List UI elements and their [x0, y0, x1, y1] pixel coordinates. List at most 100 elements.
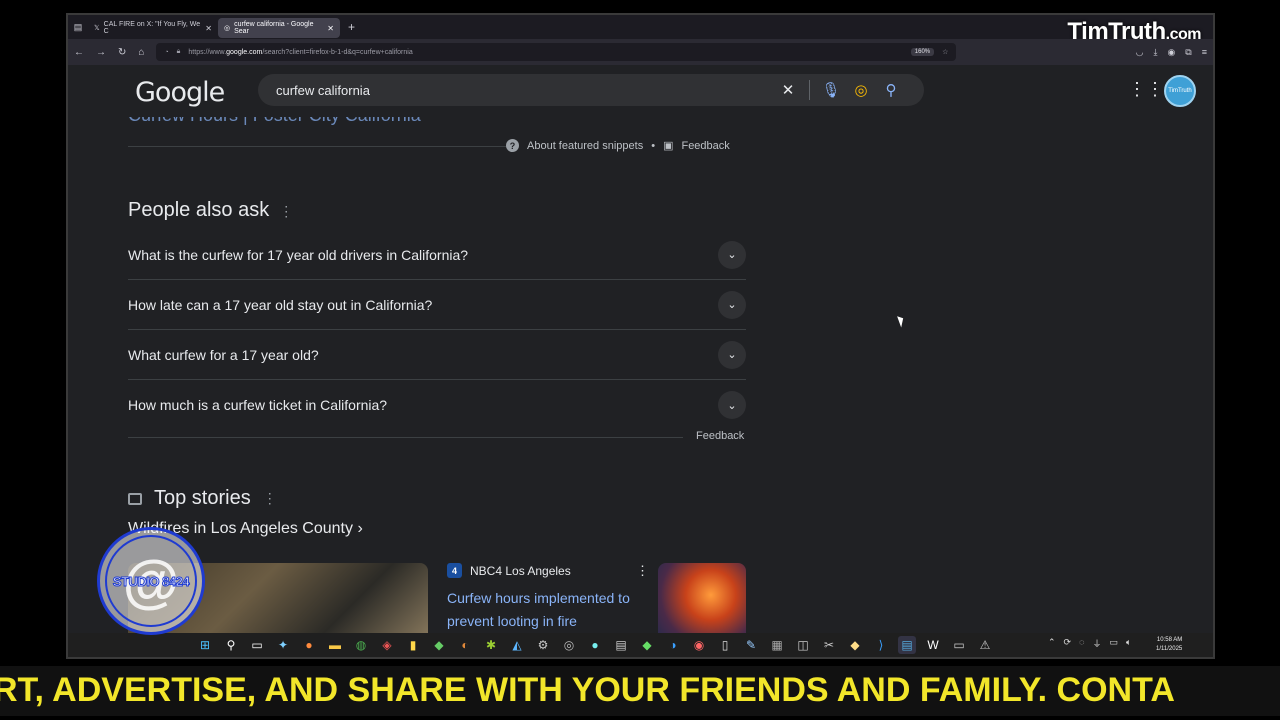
account-icon[interactable]: ◉ [1167, 47, 1175, 58]
shield-icon: ◔ [164, 48, 169, 56]
edge-icon[interactable]: ◑ [664, 636, 682, 654]
clear-icon[interactable]: ✕ [773, 81, 803, 99]
download-icon[interactable]: ⤓ [1153, 47, 1157, 58]
app-icon[interactable]: ▤ [612, 636, 630, 654]
app-icon[interactable]: ◉ [690, 636, 708, 654]
microphone-icon[interactable]: 🎙︎ [816, 81, 846, 99]
app-icon[interactable]: ◆ [430, 636, 448, 654]
google-header: Google curfew california ✕ 🎙︎ ◎ ⚲ ⋮⋮⋮ Ti… [68, 65, 1213, 117]
notepad-icon[interactable]: ▤ [898, 636, 916, 654]
app-icon[interactable]: ▦ [768, 636, 786, 654]
close-tab-icon[interactable]: ✕ [327, 24, 334, 33]
story-more-icon[interactable]: ⋮ [636, 563, 649, 579]
search-input[interactable]: curfew california [276, 83, 773, 98]
divider [128, 146, 506, 147]
about-featured-snippets-link[interactable]: About featured snippets [527, 140, 643, 152]
app-icon[interactable]: ◆ [846, 636, 864, 654]
lens-icon[interactable]: ◎ [846, 81, 876, 99]
display-icon[interactable]: ▭ [1109, 637, 1118, 650]
bookmark-star-icon[interactable]: ☆ [942, 48, 948, 56]
chevron-up-icon[interactable]: ⌃ [1048, 637, 1056, 650]
chevron-down-icon[interactable]: ⌄ [718, 391, 746, 419]
firefox-icon[interactable]: ● [300, 636, 318, 654]
app-icon[interactable]: ⚠ [976, 636, 994, 654]
volume-icon[interactable]: 🔈︎ [1126, 637, 1131, 650]
chevron-down-icon[interactable]: ⌄ [718, 290, 746, 319]
app-icon[interactable]: ◎ [560, 636, 578, 654]
home-icon[interactable]: ⌂ [138, 47, 144, 58]
feedback-icon: ▣ [663, 140, 674, 152]
app-icon[interactable]: ▯ [716, 636, 734, 654]
search-icon[interactable]: ⚲ [222, 636, 240, 654]
reload-icon[interactable]: ↻ [118, 47, 126, 58]
search-results: Curfew Hours | Foster City California ? … [68, 117, 1213, 637]
close-tab-icon[interactable]: ✕ [205, 24, 212, 33]
windows-taskbar: ⊞ ⚲ ▭ ✦ ● ▬ ◍ ◈ ▮ ◆ ◐ ✱ ◭ ⚙ ◎ ● ▤ ◆ ◑ ◉ … [68, 633, 1213, 657]
pocket-icon[interactable]: ◡ [1136, 47, 1144, 58]
app-icon[interactable]: ◭ [508, 636, 526, 654]
search-separator [809, 80, 810, 100]
app-icon[interactable]: ◆ [638, 636, 656, 654]
settings-icon[interactable]: ⚙ [534, 636, 552, 654]
story-headline-link[interactable]: Curfew hours implemented to prevent loot… [447, 587, 657, 633]
menu-icon[interactable]: ≡ [1202, 47, 1207, 58]
google-logo[interactable]: Google [135, 77, 225, 108]
copilot-icon[interactable]: ✦ [274, 636, 292, 654]
news-icon [128, 492, 142, 505]
tab-cal-fire[interactable]: 𝕏 CAL FIRE on X: "If You Fly, We C ✕ [88, 18, 218, 38]
tab-label: CAL FIRE on X: "If You Fly, We C [103, 21, 201, 35]
app-icon[interactable]: ▭ [950, 636, 968, 654]
paa-feedback-link[interactable]: Feedback [696, 430, 744, 442]
task-view-icon[interactable]: ▭ [248, 636, 266, 654]
app-icon[interactable]: ◈ [378, 636, 396, 654]
search-icon[interactable]: ⚲ [876, 81, 906, 99]
google-icon: ◎ [224, 25, 231, 32]
lock-icon: 🔒︎ [176, 48, 181, 55]
zoom-badge[interactable]: 160% [910, 48, 935, 56]
extensions-icon[interactable]: ⧉ [1185, 47, 1191, 58]
app-icon[interactable]: ● [586, 636, 604, 654]
new-tab-icon[interactable]: + [348, 20, 355, 34]
more-options-icon[interactable]: ⋮ [279, 203, 293, 219]
paa-question[interactable]: How late can a 17 year old stay out in C… [128, 280, 746, 330]
help-icon: ? [506, 139, 519, 152]
nbc-logo-icon: 4 [447, 563, 462, 578]
story-fire-thumbnail[interactable] [658, 563, 746, 637]
chevron-down-icon[interactable]: ⌄ [718, 240, 746, 269]
snippet-feedback-link[interactable]: Feedback [681, 140, 729, 152]
address-bar[interactable]: ◔ 🔒︎ https://www.google.com/search?clien… [156, 43, 957, 61]
paa-question[interactable]: What is the curfew for 17 year old drive… [128, 230, 746, 280]
sync-icon[interactable]: ⟳ [1064, 637, 1072, 650]
back-icon[interactable]: ← [74, 47, 84, 58]
avatar[interactable]: TimTruth [1164, 75, 1196, 107]
app-icon[interactable]: ✂ [820, 636, 838, 654]
taskbar-clock[interactable]: 10:58 AM 1/11/2025 [1156, 636, 1182, 654]
featured-snippet-title[interactable]: Curfew Hours | Foster City California [128, 117, 421, 126]
vscode-icon[interactable]: ⟩ [872, 636, 890, 654]
more-options-icon[interactable]: ⋮ [263, 490, 277, 507]
paa-question[interactable]: How much is a curfew ticket in Californi… [128, 380, 746, 430]
app-icon[interactable]: ✱ [482, 636, 500, 654]
studio-badge-inner: @ STUDIO 8424 [105, 535, 197, 627]
ticker-text: RT, ADVERTISE, AND SHARE WITH YOUR FRIEN… [0, 671, 1175, 709]
studio-badge: @ STUDIO 8424 [97, 527, 205, 635]
paa-question[interactable]: What curfew for a 17 year old? ⌄ [128, 330, 746, 380]
tab-google-search[interactable]: ◎ curfew california - Google Sear ✕ [218, 18, 340, 38]
app-icon[interactable]: ◫ [794, 636, 812, 654]
app-icon[interactable]: ✎ [742, 636, 760, 654]
start-icon[interactable]: ⊞ [196, 636, 214, 654]
file-explorer-icon[interactable]: ▬ [326, 636, 344, 654]
search-box[interactable]: curfew california ✕ 🎙︎ ◎ ⚲ [258, 74, 924, 106]
usb-icon[interactable]: ⏚ [1092, 637, 1101, 650]
chevron-down-icon[interactable]: ⌄ [718, 340, 746, 369]
tab-list-icon[interactable]: ▤ [68, 22, 88, 33]
chrome-icon[interactable]: ◍ [352, 636, 370, 654]
divider [128, 437, 683, 438]
app-icon[interactable]: ◐ [456, 636, 474, 654]
app-icon[interactable]: ▮ [404, 636, 422, 654]
browser-navbar: ← → ↻ ⌂ ◔ 🔒︎ https://www.google.com/sear… [68, 39, 1213, 65]
people-also-ask-list: What is the curfew for 17 year old drive… [128, 230, 746, 430]
tray-app-icon[interactable]: ◌ [1079, 637, 1084, 650]
app-icon[interactable]: W [924, 636, 942, 654]
forward-icon[interactable]: → [96, 47, 106, 58]
